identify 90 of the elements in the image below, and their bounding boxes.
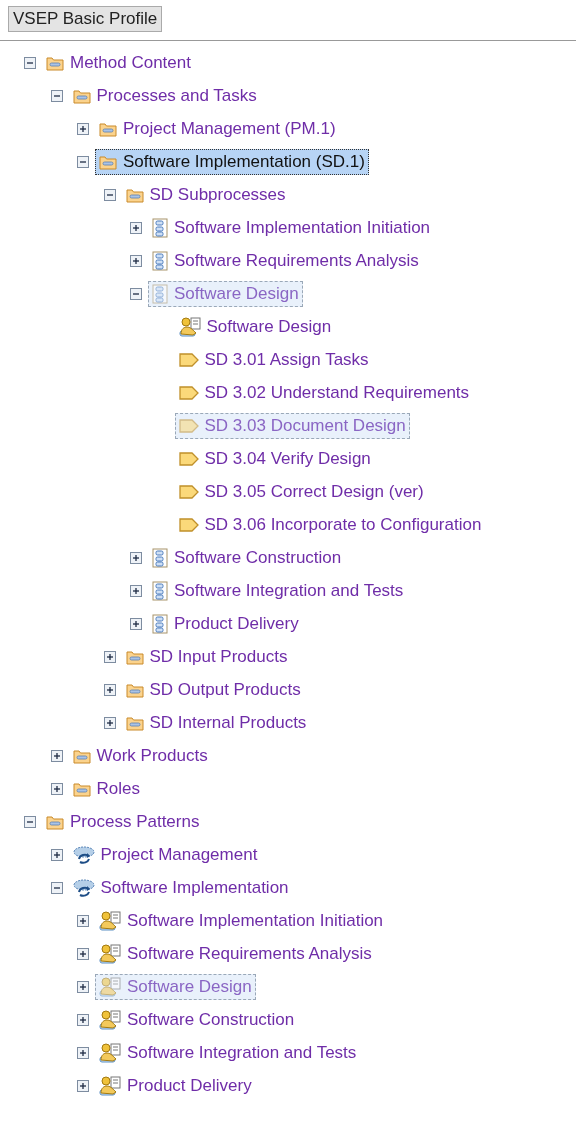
collapse-toggle[interactable]: [50, 89, 63, 102]
tree-item[interactable]: Project Management (PM.1): [95, 115, 340, 142]
expand-toggle[interactable]: [103, 683, 116, 696]
process-diagram-icon: [152, 580, 168, 601]
collapse-toggle[interactable]: [103, 188, 116, 201]
tree-item[interactable]: Software Construction: [95, 1006, 299, 1033]
tree-item[interactable]: SD 3.01 Assign Tasks: [174, 346, 373, 373]
process-diagram-icon: [152, 217, 168, 238]
tree-item[interactable]: SD 3.03 Document Design: [174, 412, 410, 439]
tree-item[interactable]: Software Implementation (SD.1): [95, 148, 369, 175]
tree-item[interactable]: Software Requirements Analysis: [95, 940, 376, 967]
tree-item[interactable]: SD 3.06 Incorporate to Configuration: [174, 511, 486, 538]
folder-icon: [72, 87, 91, 104]
folder-icon: [125, 681, 144, 698]
expand-toggle[interactable]: [130, 584, 142, 597]
tree-item[interactable]: Project Management: [68, 841, 262, 868]
person-document-icon: [99, 910, 121, 931]
process-diagram-icon: [152, 250, 168, 271]
tree-item[interactable]: SD Internal Products: [121, 709, 311, 736]
folder-icon: [72, 747, 91, 764]
tree-item[interactable]: Software Design: [95, 973, 256, 1000]
folder-icon: [72, 780, 91, 797]
tree-item[interactable]: Software Implementation Initiation: [95, 907, 388, 934]
collapse-toggle[interactable]: [24, 815, 36, 828]
folder-icon: [99, 120, 117, 137]
expand-toggle[interactable]: [103, 716, 116, 729]
tree-item[interactable]: Software Design: [148, 280, 303, 307]
expand-toggle[interactable]: [77, 122, 89, 135]
tree-item[interactable]: Process Patterns: [42, 808, 204, 835]
person-document-icon: [99, 1075, 121, 1096]
tree-item[interactable]: Software Implementation Initiation: [148, 214, 435, 241]
cycle-cloud-icon: [72, 877, 95, 898]
expand-toggle[interactable]: [50, 848, 63, 861]
person-document-icon: [99, 1042, 121, 1063]
tree-item[interactable]: Software Integration and Tests: [95, 1039, 361, 1066]
tree-item[interactable]: SD Input Products: [121, 643, 292, 670]
tag-icon: [178, 517, 199, 532]
collapse-toggle[interactable]: [50, 881, 63, 894]
tag-icon: [178, 418, 199, 433]
expand-toggle[interactable]: [50, 782, 63, 795]
expand-toggle[interactable]: [130, 617, 142, 630]
tree-item[interactable]: Software Implementation: [68, 874, 293, 901]
expand-toggle[interactable]: [130, 221, 142, 234]
tree-item[interactable]: SD 3.02 Understand Requirements: [174, 379, 474, 406]
expand-toggle[interactable]: [77, 1046, 89, 1059]
person-document-icon: [99, 976, 121, 997]
tree-item[interactable]: Product Delivery: [148, 610, 303, 637]
tree-item[interactable]: Work Products: [68, 742, 212, 769]
tree-item[interactable]: SD Output Products: [121, 676, 305, 703]
tree-item[interactable]: Processes and Tasks: [68, 82, 261, 109]
expand-toggle[interactable]: [50, 749, 63, 762]
process-diagram-icon: [152, 613, 168, 634]
expand-toggle[interactable]: [77, 914, 89, 927]
tree-item[interactable]: Software Design: [174, 313, 336, 340]
tree-item[interactable]: Method Content: [42, 49, 195, 76]
expand-toggle[interactable]: [77, 1079, 89, 1092]
tree-item[interactable]: Product Delivery: [95, 1072, 256, 1099]
collapse-toggle[interactable]: [24, 56, 36, 69]
folder-icon: [125, 648, 144, 665]
process-diagram-icon: [152, 547, 168, 568]
tree-item[interactable]: Roles: [68, 775, 144, 802]
tree-item[interactable]: Software Requirements Analysis: [148, 247, 423, 274]
tag-icon: [178, 352, 199, 367]
expand-toggle[interactable]: [103, 650, 116, 663]
folder-icon: [125, 186, 144, 203]
person-document-icon: [99, 1009, 121, 1030]
tag-icon: [178, 451, 199, 466]
tree-item[interactable]: Software Integration and Tests: [148, 577, 408, 604]
folder-icon: [125, 714, 144, 731]
folder-icon: [46, 813, 64, 830]
folder-icon: [46, 54, 64, 71]
expand-toggle[interactable]: [77, 980, 89, 993]
tree-item[interactable]: SD 3.04 Verify Design: [174, 445, 375, 472]
collapse-toggle[interactable]: [130, 287, 142, 300]
collapse-toggle[interactable]: [77, 155, 89, 168]
profile-title: VSEP Basic Profile: [8, 6, 163, 32]
tag-icon: [178, 484, 199, 499]
cycle-cloud-icon: [72, 844, 95, 865]
tree-item[interactable]: SD Subprocesses: [121, 181, 290, 208]
expand-toggle[interactable]: [77, 947, 89, 960]
expand-toggle[interactable]: [130, 254, 142, 267]
expand-toggle[interactable]: [77, 1013, 89, 1026]
tag-icon: [178, 385, 199, 400]
process-diagram-icon: [152, 283, 168, 304]
person-document-icon: [178, 316, 201, 337]
expand-toggle[interactable]: [130, 551, 142, 564]
tree-item[interactable]: Software Construction: [148, 544, 346, 571]
person-document-icon: [99, 943, 121, 964]
tree-item[interactable]: SD 3.05 Correct Design (ver): [174, 478, 428, 505]
folder-icon: [99, 153, 117, 170]
